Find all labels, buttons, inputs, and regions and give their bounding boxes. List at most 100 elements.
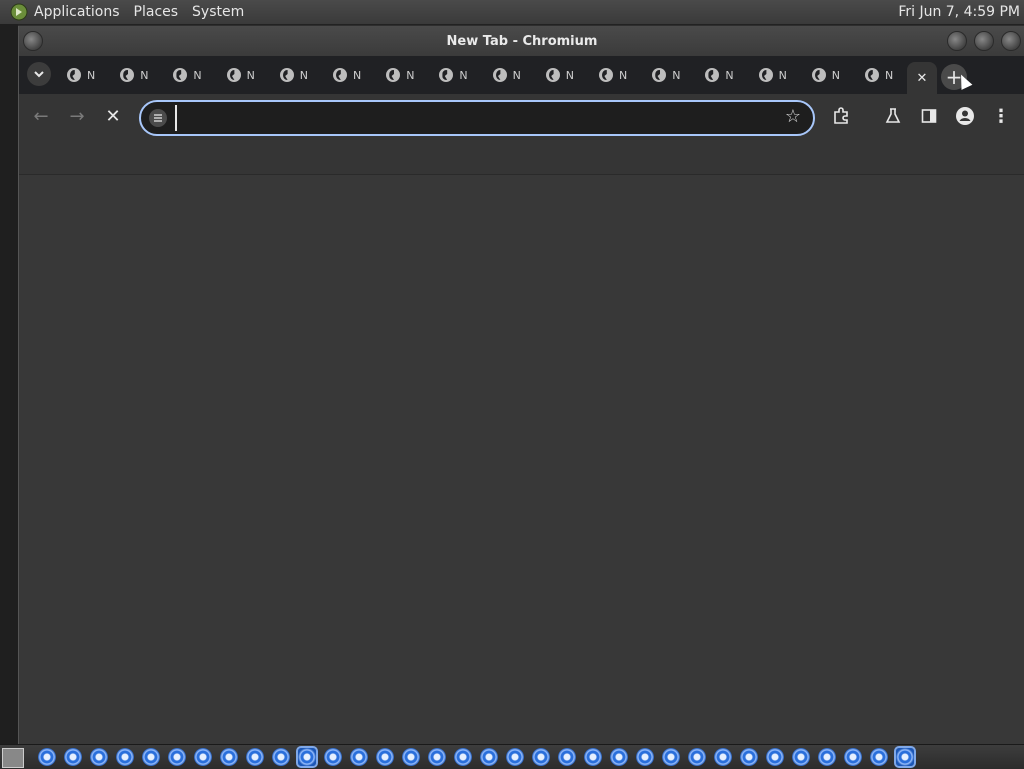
taskbar-chromium-icon[interactable]: [688, 748, 706, 766]
tab-item[interactable]: N: [110, 62, 160, 88]
taskbar-chromium-icon[interactable]: [844, 748, 862, 766]
tab-title: N: [672, 68, 681, 82]
stop-button[interactable]: ✕: [101, 104, 125, 128]
top-panel: Applications Places System Fri Jun 7, 4:…: [0, 0, 1024, 25]
taskbar-chromium-icon[interactable]: [766, 748, 784, 766]
tab-title: N: [831, 68, 841, 82]
minimize-button[interactable]: [947, 31, 967, 51]
menu-system[interactable]: System: [192, 4, 244, 20]
taskbar-chromium-icon[interactable]: [662, 748, 680, 766]
tab-item[interactable]: N: [642, 62, 692, 88]
globe-icon: [705, 68, 720, 82]
taskbar-chromium-icon[interactable]: [636, 748, 654, 766]
taskbar-chromium-icon[interactable]: [246, 748, 264, 766]
forward-button[interactable]: →: [65, 104, 89, 128]
panel-clock[interactable]: Fri Jun 7, 4:59 PM: [898, 4, 1020, 20]
taskbar-chromium-icon[interactable]: [324, 748, 342, 766]
taskbar-chromium-icon[interactable]: [142, 748, 160, 766]
window-titlebar[interactable]: New Tab - Chromium: [19, 26, 1024, 56]
menu-places[interactable]: Places: [134, 4, 179, 20]
tab-title: N: [512, 68, 521, 82]
taskbar-chromium-icon[interactable]: [38, 748, 56, 766]
taskbar-chromium-icon[interactable]: [480, 748, 498, 766]
tab-title: N: [299, 68, 309, 82]
tab-item[interactable]: N: [429, 62, 479, 88]
tab-item[interactable]: N: [483, 62, 533, 88]
tab-item[interactable]: N: [589, 62, 639, 88]
window-menu-button[interactable]: [23, 31, 43, 51]
taskbar-chromium-icon[interactable]: [894, 746, 916, 768]
tab-item[interactable]: N: [536, 62, 586, 88]
globe-icon: [545, 68, 560, 82]
profile-icon[interactable]: [953, 104, 977, 128]
site-info-icon[interactable]: [149, 109, 167, 127]
taskbar-chromium-icon[interactable]: [194, 748, 212, 766]
globe-icon: [67, 68, 81, 82]
taskbar-chromium-icon[interactable]: [64, 748, 82, 766]
tab-item[interactable]: N: [57, 62, 107, 88]
tab-title: N: [353, 68, 362, 82]
globe-icon: [386, 68, 401, 82]
taskbar-chromium-icon[interactable]: [792, 748, 810, 766]
tab-item[interactable]: N: [695, 62, 745, 88]
taskbar-chromium-icon[interactable]: [272, 748, 290, 766]
desktop-edge: [0, 24, 18, 744]
tab-active[interactable]: ✕: [907, 62, 937, 94]
globe-icon: [865, 68, 879, 82]
tab-item[interactable]: N: [217, 62, 267, 88]
bottom-taskbar: [0, 744, 1024, 769]
close-window-button[interactable]: [1001, 31, 1021, 51]
flask-icon[interactable]: [881, 104, 905, 128]
gnome-foot-icon[interactable]: [10, 3, 28, 21]
taskbar-chromium-icon[interactable]: [296, 746, 318, 768]
taskbar-chromium-icon[interactable]: [584, 748, 602, 766]
tab-search-button[interactable]: [27, 62, 51, 86]
tab-title: N: [565, 68, 575, 82]
taskbar-chromium-icon[interactable]: [402, 748, 420, 766]
tab-item[interactable]: N: [749, 62, 799, 88]
tab-title: N: [87, 68, 96, 82]
taskbar-chromium-icon[interactable]: [168, 748, 186, 766]
tab-item[interactable]: N: [802, 62, 852, 88]
taskbar-chromium-icon[interactable]: [740, 748, 758, 766]
tab-title: N: [885, 68, 894, 82]
close-tab-icon[interactable]: ✕: [917, 71, 928, 86]
app-menu-button[interactable]: ⋮: [989, 104, 1013, 128]
back-button[interactable]: ←: [29, 104, 53, 128]
taskbar-chromium-icon[interactable]: [428, 748, 446, 766]
maximize-button[interactable]: [974, 31, 994, 51]
tab-item[interactable]: N: [376, 62, 426, 88]
taskbar-chromium-icon[interactable]: [870, 748, 888, 766]
bookmark-star-icon[interactable]: ☆: [785, 106, 801, 127]
globe-icon: [599, 68, 613, 82]
window-title: New Tab - Chromium: [446, 33, 598, 49]
taskbar-chromium-icon[interactable]: [220, 748, 238, 766]
menu-applications[interactable]: Applications: [34, 4, 120, 20]
taskbar-chromium-icon[interactable]: [818, 748, 836, 766]
taskbar-chromium-icon[interactable]: [90, 748, 108, 766]
globe-icon: [173, 68, 188, 82]
tab-item[interactable]: N: [855, 62, 905, 88]
taskbar-chromium-icon[interactable]: [116, 748, 134, 766]
taskbar-chromium-icon[interactable]: [558, 748, 576, 766]
taskbar-chromium-icon[interactable]: [454, 748, 472, 766]
omnibox[interactable]: ☆: [139, 100, 815, 136]
taskbar-chromium-icon[interactable]: [610, 748, 628, 766]
show-desktop-icon[interactable]: [2, 748, 24, 768]
taskbar-chromium-icon[interactable]: [714, 748, 732, 766]
tab-item[interactable]: N: [163, 62, 213, 88]
taskbar-chromium-icon[interactable]: [376, 748, 394, 766]
taskbar-chromium-icon[interactable]: [350, 748, 368, 766]
taskbar-chromium-icon[interactable]: [532, 748, 550, 766]
globe-icon: [758, 68, 773, 82]
page-content[interactable]: [19, 175, 1024, 744]
omnibox-input[interactable]: [175, 105, 773, 131]
side-panel-icon[interactable]: [917, 104, 941, 128]
tab-title: N: [459, 68, 468, 82]
taskbar-chromium-icon[interactable]: [506, 748, 524, 766]
tab-title: N: [619, 68, 628, 82]
tab-item[interactable]: N: [270, 62, 320, 88]
tab-title: N: [140, 68, 149, 82]
extensions-icon[interactable]: [829, 104, 853, 128]
tab-item[interactable]: N: [323, 62, 373, 88]
